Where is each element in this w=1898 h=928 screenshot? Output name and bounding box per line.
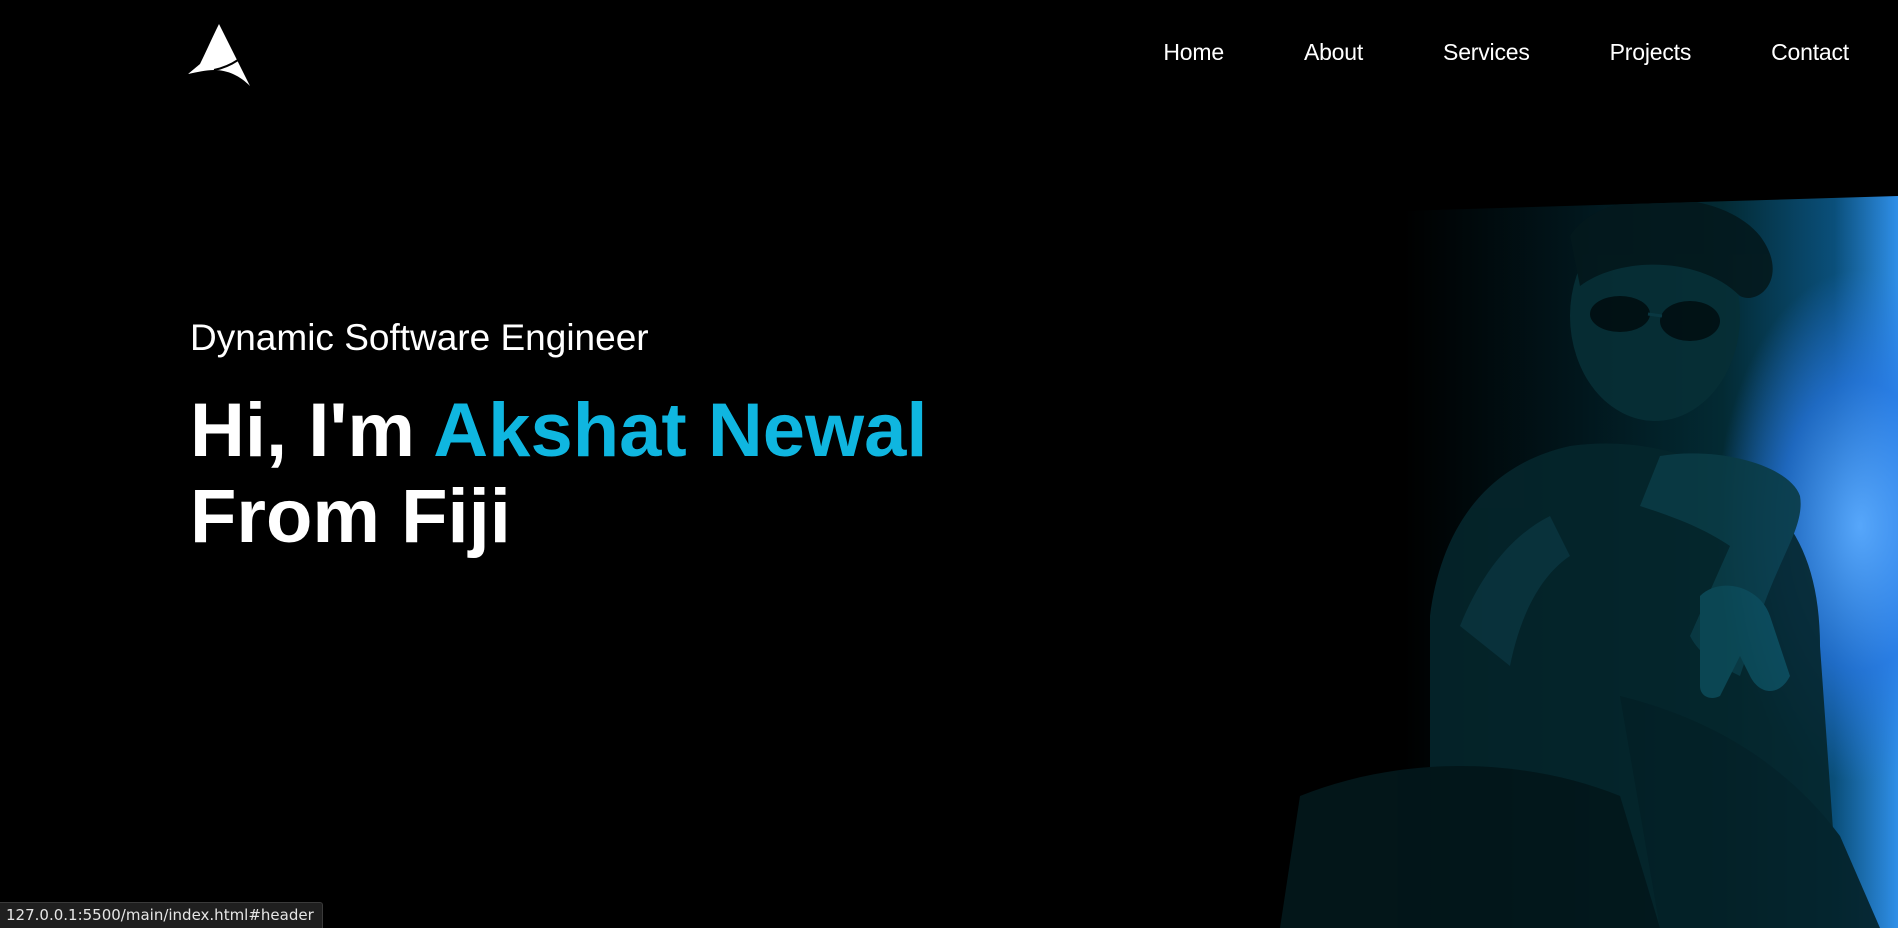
nav-about[interactable]: About — [1304, 38, 1363, 66]
headline-name: Akshat Newal — [433, 388, 928, 473]
headline-line2: From Fiji — [190, 474, 511, 559]
nav-contact[interactable]: Contact — [1771, 38, 1849, 66]
browser-status-bar: 127.0.0.1:5500/main/index.html#header — [0, 902, 323, 928]
page: Home About Services Projects Contact Dyn… — [0, 0, 1898, 928]
logo-icon[interactable] — [188, 24, 250, 86]
nav-home[interactable]: Home — [1163, 38, 1224, 66]
arrowhead-logo-icon — [188, 24, 250, 86]
portrait-silhouette — [1280, 198, 1880, 928]
main-nav: Home About Services Projects Contact — [1163, 38, 1849, 66]
hero-portrait-image — [1100, 196, 1898, 928]
nav-projects[interactable]: Projects — [1610, 38, 1692, 66]
hero-subtitle: Dynamic Software Engineer — [190, 317, 649, 358]
nav-services[interactable]: Services — [1443, 38, 1530, 66]
headline-prefix: Hi, I'm — [190, 388, 434, 473]
hero-headline: Hi, I'm Akshat Newal From Fiji — [190, 388, 927, 560]
